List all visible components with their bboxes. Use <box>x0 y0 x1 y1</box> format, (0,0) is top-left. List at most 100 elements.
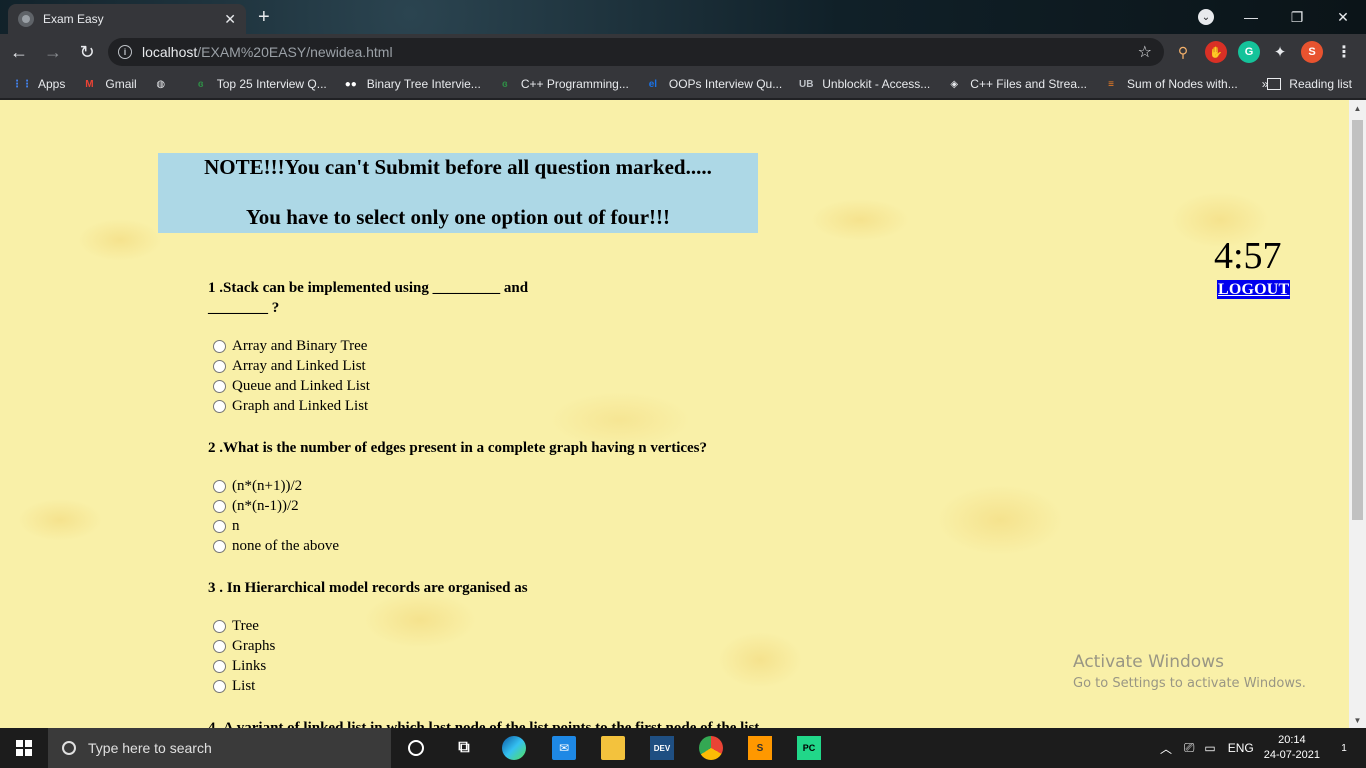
bookmark-item[interactable]: ≡ Sum of Nodes with... <box>1103 76 1238 92</box>
bookmark-item[interactable]: ⋮⋮ Apps <box>12 76 65 92</box>
bookmark-item[interactable]: ●● Binary Tree Intervie... <box>343 76 481 92</box>
bookmark-label: Unblockit - Access... <box>822 77 931 91</box>
answer-option[interactable]: none of the above <box>208 538 339 555</box>
tab-search-icon[interactable]: ⌄ <box>1198 9 1214 25</box>
reading-list-icon <box>1267 78 1282 90</box>
watermark-line-2: Go to Settings to activate Windows. <box>1073 676 1306 691</box>
bookmark-item[interactable]: UB Unblockit - Access... <box>798 76 930 92</box>
answer-option[interactable]: n <box>208 518 240 535</box>
radio-button[interactable] <box>213 500 226 513</box>
radio-button[interactable] <box>213 680 226 693</box>
reload-button[interactable]: ↻ <box>72 37 102 67</box>
question-text: 2 .What is the number of edges present i… <box>208 440 708 456</box>
bookmark-label: Gmail <box>105 77 137 91</box>
medium-icon: ●● <box>344 78 357 90</box>
notification-center-icon[interactable]: 1 <box>1332 736 1356 760</box>
language-indicator[interactable]: ENG <box>1228 741 1254 755</box>
activate-windows-watermark: Activate Windows Go to Settings to activ… <box>1073 652 1306 691</box>
more-menu-icon[interactable]: ⋮ <box>1333 41 1355 63</box>
file-explorer-icon[interactable] <box>601 736 625 760</box>
pycharm-icon[interactable]: PC <box>797 736 821 760</box>
answer-option[interactable]: (n*(n+1))/2 <box>208 478 302 495</box>
address-bar[interactable]: i localhost /EXAM%20EASY/newidea.html ☆ <box>108 38 1164 66</box>
new-tab-button[interactable]: + <box>258 6 270 29</box>
start-button[interactable] <box>0 728 48 768</box>
chrome-icon[interactable] <box>699 736 723 760</box>
bookmark-item[interactable]: ◈ C++ Files and Strea... <box>946 76 1087 92</box>
bookmark-label: C++ Programming... <box>520 77 629 91</box>
watermark-line-1: Activate Windows <box>1073 652 1224 672</box>
answer-option[interactable]: Graph and Linked List <box>208 398 368 415</box>
answer-option[interactable]: Queue and Linked List <box>208 378 370 395</box>
scroll-down-arrow-icon[interactable]: ▼ <box>1349 712 1366 728</box>
location-pin-icon[interactable]: ⚲ <box>1172 41 1194 63</box>
window-controls: — ❐ ✕ <box>1228 0 1366 34</box>
bookmarks-bar: ⋮⋮ Apps M Gmail ◍ ɞ Top 25 Interview Q... ●● Bin… <box>0 70 1366 99</box>
answer-option[interactable]: Array and Linked List <box>208 358 366 375</box>
profile-avatar[interactable]: S <box>1301 41 1323 63</box>
sublime-text-icon[interactable]: S <box>748 736 772 760</box>
option-label: Graphs <box>232 638 276 654</box>
apps-grid-icon: ⋮⋮ <box>12 78 32 90</box>
radio-button[interactable] <box>213 660 226 673</box>
url-host: localhost <box>142 44 198 60</box>
gfg-icon: ɞ <box>197 78 204 90</box>
network-icon[interactable]: ⎚ <box>1184 740 1194 756</box>
ub-icon: UB <box>799 78 814 90</box>
radio-button[interactable] <box>213 620 226 633</box>
bookmark-item[interactable]: M Gmail <box>81 76 137 92</box>
logout-link[interactable]: LOGOUT <box>1217 280 1291 299</box>
site-info-icon[interactable]: i <box>118 45 132 59</box>
reading-list-button[interactable]: Reading list <box>1267 77 1352 91</box>
taskbar-search-box[interactable]: Type here to search <box>48 728 391 768</box>
bookmark-item[interactable]: ɞ Top 25 Interview Q... <box>193 76 327 92</box>
show-hidden-icons-icon[interactable]: ︿ <box>1160 740 1172 757</box>
option-label: Array and Linked List <box>232 358 366 374</box>
page-scrollbar[interactable]: ▲ ▼ <box>1349 100 1366 728</box>
bookmark-item[interactable]: ◍ <box>153 76 177 92</box>
mail-icon[interactable]: ✉ <box>552 736 576 760</box>
cortana-icon[interactable] <box>404 736 428 760</box>
answer-option[interactable]: List <box>208 678 255 695</box>
answer-option[interactable]: Tree <box>208 618 259 635</box>
radio-button[interactable] <box>213 520 226 533</box>
note-line-1: NOTE!!!You can't Submit before all quest… <box>204 155 712 179</box>
battery-icon[interactable]: ▭ <box>1204 741 1215 755</box>
radio-button[interactable] <box>213 380 226 393</box>
restore-button[interactable]: ❐ <box>1274 0 1320 34</box>
bookmark-label: Sum of Nodes with... <box>1127 77 1238 91</box>
radio-button[interactable] <box>213 480 226 493</box>
taskbar-clock[interactable]: 20:14 24-07-2021 <box>1264 733 1320 763</box>
answer-option[interactable]: (n*(n-1))/2 <box>208 498 299 515</box>
scroll-up-arrow-icon[interactable]: ▲ <box>1349 100 1366 116</box>
radio-button[interactable] <box>213 340 226 353</box>
bookmark-item[interactable]: ɞ C++ Programming... <box>497 76 629 92</box>
extensions-puzzle-icon[interactable]: ✦ <box>1269 41 1291 63</box>
radio-button[interactable] <box>213 400 226 413</box>
task-view-icon[interactable]: ⧉ <box>452 736 476 760</box>
radio-button[interactable] <box>213 540 226 553</box>
answer-option[interactable]: Links <box>208 658 266 675</box>
adblock-icon[interactable]: ✋ <box>1205 41 1227 63</box>
minimize-button[interactable]: — <box>1228 0 1274 34</box>
bookmark-item[interactable]: el OOPs Interview Qu... <box>645 76 783 92</box>
radio-button[interactable] <box>213 640 226 653</box>
browser-tab[interactable]: Exam Easy ✕ <box>8 4 246 34</box>
option-label: List <box>232 678 256 694</box>
forward-button[interactable]: → <box>38 37 68 67</box>
answer-option[interactable]: Graphs <box>208 638 275 655</box>
scrollbar-thumb[interactable] <box>1352 120 1363 520</box>
edge-browser-icon[interactable] <box>502 736 526 760</box>
diamond-icon: ◈ <box>950 78 959 90</box>
close-window-button[interactable]: ✕ <box>1320 0 1366 34</box>
back-button[interactable]: ← <box>4 37 34 67</box>
answer-option[interactable]: Array and Binary Tree <box>208 338 367 355</box>
devcpp-icon[interactable]: DEV <box>650 736 674 760</box>
gmail-icon: M <box>85 78 94 90</box>
close-tab-icon[interactable]: ✕ <box>224 11 236 28</box>
globe-icon: ◍ <box>156 78 166 90</box>
option-label: Array and Binary Tree <box>232 338 368 354</box>
radio-button[interactable] <box>213 360 226 373</box>
bookmark-star-icon[interactable]: ☆ <box>1138 42 1152 62</box>
grammarly-icon[interactable]: G <box>1238 41 1260 63</box>
